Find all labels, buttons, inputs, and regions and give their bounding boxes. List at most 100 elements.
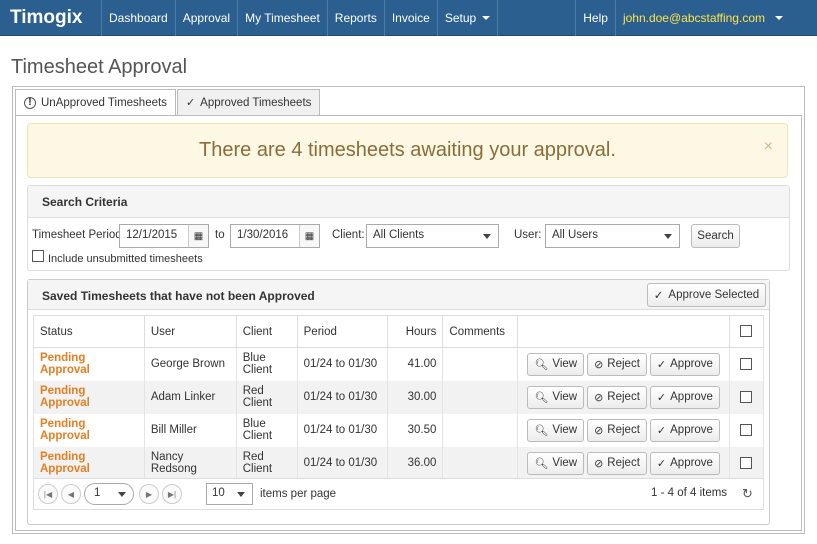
check-icon: ✓ — [653, 290, 664, 302]
exclamation-circle-icon: ! — [24, 97, 36, 109]
approve-label: Approve — [670, 391, 713, 403]
calendar-icon[interactable]: ▦ — [188, 225, 208, 247]
select-cell — [728, 413, 765, 447]
row-checkbox[interactable] — [740, 357, 753, 370]
table-row: Pending Approval Adam Linker Red Client … — [33, 380, 765, 414]
column-header-user[interactable]: User — [143, 315, 237, 348]
view-button[interactable]: 🔍︎ View — [527, 418, 585, 442]
check-icon: ✓ — [656, 424, 667, 437]
brand-logo[interactable]: Timogix — [0, 0, 102, 36]
chevron-down-icon — [483, 234, 491, 239]
row-checkbox[interactable] — [740, 456, 753, 469]
nav-my-timesheet[interactable]: My Timesheet — [238, 0, 328, 36]
period-cell: 01/24 to 01/30 — [296, 446, 389, 480]
nav-invoice[interactable]: Invoice — [385, 0, 438, 36]
row-checkbox[interactable] — [740, 390, 753, 403]
user-select[interactable]: All Users — [545, 224, 680, 248]
reject-label: Reject — [607, 358, 640, 371]
reject-label: Reject — [607, 424, 640, 436]
nav-help[interactable]: Help — [575, 0, 616, 36]
view-label: View — [552, 391, 578, 403]
period-cell: 01/24 to 01/30 — [296, 380, 389, 414]
nav-setup[interactable]: Setup — [438, 0, 499, 36]
period-from-value: 12/1/2015 — [126, 229, 178, 241]
table-row: Pending Approval Nancy Redsong Red Clien… — [33, 446, 765, 480]
client-cell: Red Client — [235, 446, 298, 480]
period-to-input[interactable]: 1/30/2016 ▦ — [230, 224, 320, 248]
search-icon: 🔍︎ — [534, 457, 549, 470]
actions-cell: 🔍︎ View ⊘ Reject ✓ Approve — [517, 380, 730, 414]
nav-reports[interactable]: Reports — [328, 0, 385, 36]
chevron-down-icon — [775, 16, 783, 20]
column-header-select — [728, 315, 765, 348]
refresh-icon[interactable]: ↻ — [742, 486, 753, 502]
column-header-hours[interactable]: Hours — [387, 315, 444, 348]
table-row: Pending Approval George Brown Blue Clien… — [33, 347, 765, 381]
approve-selected-button[interactable]: ✓ Approve Selected — [647, 283, 766, 307]
tab-unapproved[interactable]: ! UnApproved Timesheets — [15, 89, 176, 116]
nav-user-menu[interactable]: john.doe@abcstaffing.com — [616, 0, 817, 36]
client-select[interactable]: All Clients — [366, 224, 499, 248]
page-title: Timesheet Approval — [11, 56, 188, 78]
awaiting-approval-alert: There are 4 timesheets awaiting your app… — [27, 123, 788, 178]
view-button[interactable]: 🔍︎ View — [527, 385, 585, 409]
grid-pager: |◀ ◀ 1 ▶ ▶| 10 items per page 1 - 4 of 4… — [33, 478, 764, 510]
ban-icon: ⊘ — [594, 457, 604, 470]
select-cell — [728, 446, 765, 480]
hours-cell: 36.00 — [387, 446, 444, 480]
column-header-client[interactable]: Client — [235, 315, 298, 348]
approve-label: Approve — [670, 457, 713, 469]
column-header-comments[interactable]: Comments — [442, 315, 519, 348]
next-page-icon[interactable]: ▶ — [139, 484, 159, 504]
user-cell: Bill Miller — [143, 413, 237, 447]
nav-approval[interactable]: Approval — [176, 0, 239, 36]
nav-user-email: john.doe@abcstaffing.com — [622, 11, 765, 25]
chevron-down-icon — [482, 16, 491, 20]
reject-button[interactable]: ⊘ Reject — [587, 352, 647, 376]
reject-button[interactable]: ⊘ Reject — [587, 385, 647, 409]
select-cell — [728, 380, 765, 414]
nav-dashboard[interactable]: Dashboard — [102, 0, 176, 36]
nav-setup-label: Setup — [444, 11, 477, 25]
client-cell: Blue Client — [235, 347, 298, 381]
view-button[interactable]: 🔍︎ View — [527, 352, 585, 376]
comments-cell — [442, 380, 519, 414]
approve-button[interactable]: ✓ Approve — [649, 352, 720, 376]
tab-approved[interactable]: ✓ Approved Timesheets — [176, 89, 321, 115]
column-header-status[interactable]: Status — [33, 315, 145, 348]
last-page-icon[interactable]: ▶| — [162, 484, 182, 504]
column-header-actions — [517, 315, 730, 348]
approve-button[interactable]: ✓ Approve — [649, 385, 720, 409]
include-unsubmitted-checkbox[interactable] — [32, 250, 44, 262]
tab-panel: There are 4 timesheets awaiting your app… — [15, 115, 802, 531]
approve-selected-label: Approve Selected — [668, 289, 760, 301]
search-button[interactable]: Search — [691, 224, 740, 248]
select-cell — [728, 347, 765, 381]
actions-cell: 🔍︎ View ⊘ Reject ✓ Approve — [517, 347, 730, 381]
select-all-checkbox[interactable] — [740, 325, 753, 337]
calendar-icon[interactable]: ▦ — [299, 225, 319, 247]
search-icon: 🔍︎ — [534, 424, 549, 437]
check-icon: ✓ — [656, 457, 667, 470]
chevron-down-icon — [118, 492, 126, 497]
first-page-icon[interactable]: |◀ — [38, 484, 58, 504]
approve-button[interactable]: ✓ Approve — [649, 451, 720, 475]
approve-label: Approve — [670, 358, 713, 371]
view-button[interactable]: 🔍︎ View — [527, 451, 585, 475]
status-cell: Pending Approval — [33, 446, 145, 480]
reject-button[interactable]: ⊘ Reject — [587, 418, 647, 442]
page-number-select[interactable]: 1 — [84, 483, 134, 505]
row-checkbox[interactable] — [740, 423, 753, 436]
page-size-select[interactable]: 10 — [206, 483, 253, 505]
close-icon[interactable]: × — [764, 138, 773, 156]
period-from-input[interactable]: 12/1/2015 ▦ — [119, 224, 209, 248]
column-header-period[interactable]: Period — [296, 315, 389, 348]
check-icon: ✓ — [656, 358, 667, 371]
hours-cell: 30.00 — [387, 380, 444, 414]
prev-page-icon[interactable]: ◀ — [61, 484, 81, 504]
approve-button[interactable]: ✓ Approve — [649, 418, 720, 442]
reject-button[interactable]: ⊘ Reject — [587, 451, 647, 475]
view-label: View — [552, 424, 578, 436]
user-cell: Adam Linker — [143, 380, 237, 414]
